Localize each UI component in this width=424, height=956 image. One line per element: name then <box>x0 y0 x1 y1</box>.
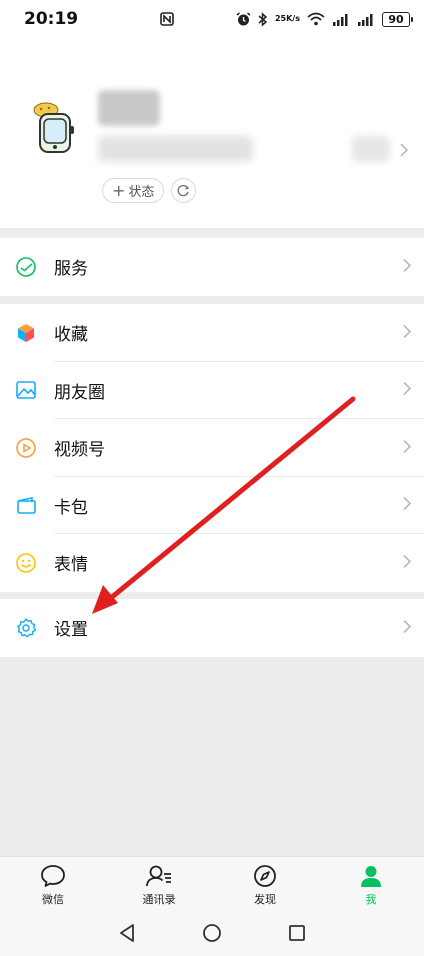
tab-label-contacts: 通讯录 <box>142 893 176 906</box>
home-circle-icon <box>203 924 221 942</box>
menu-label-service: 服务 <box>54 259 88 280</box>
chevron-right-icon <box>403 323 412 342</box>
channels-play-icon <box>14 436 38 460</box>
chevron-right-icon <box>403 496 412 515</box>
add-status-button[interactable]: + 状态 <box>102 178 165 203</box>
tab-me[interactable]: 我 <box>318 857 424 914</box>
chevron-right-icon <box>403 257 412 276</box>
alarm-icon <box>236 11 251 27</box>
bottom-tab-bar: 微信 通讯录 发现 我 <box>0 856 424 914</box>
recents-button[interactable] <box>288 924 306 946</box>
chevron-right-icon <box>403 381 412 400</box>
status-bar: 20:19 25 K/s 90 <box>0 0 424 38</box>
tab-label-discover: 发现 <box>254 893 276 906</box>
gear-icon <box>14 616 38 640</box>
menu-item-settings[interactable]: 设置 <box>0 599 424 657</box>
back-triangle-icon <box>120 924 134 942</box>
moments-picture-icon <box>14 378 38 402</box>
section-settings: 设置 <box>0 599 424 657</box>
service-icon <box>14 255 38 279</box>
battery-level: 90 <box>388 12 404 26</box>
system-navigation-bar <box>0 914 424 956</box>
cards-wallet-icon <box>14 493 38 517</box>
signal-icon-2 <box>357 13 375 26</box>
profile-card[interactable]: + 状态 <box>0 38 424 228</box>
chevron-right-icon <box>403 553 412 572</box>
refresh-icon <box>177 184 190 197</box>
menu-label-stickers: 表情 <box>54 555 88 576</box>
menu-item-stickers[interactable]: 表情 <box>0 534 424 592</box>
menu-item-service[interactable]: 服务 <box>0 238 424 296</box>
chevron-right-icon <box>403 438 412 457</box>
signal-icon-1 <box>332 13 350 26</box>
chevron-right-icon <box>400 142 409 161</box>
menu-label-channels: 视频号 <box>54 440 105 461</box>
back-button[interactable] <box>118 923 136 947</box>
status-label: 状态 <box>128 185 155 200</box>
tab-contacts[interactable]: 通讯录 <box>106 857 212 914</box>
bluetooth-icon <box>258 11 268 27</box>
recents-square-icon <box>289 925 305 941</box>
qr-code-blurred[interactable] <box>352 136 390 162</box>
section-main: 收藏 朋友圈 视频号 卡包 表情 <box>0 304 424 592</box>
menu-label-cards: 卡包 <box>54 497 88 518</box>
home-button[interactable] <box>202 923 222 947</box>
tab-label-chats: 微信 <box>42 893 64 906</box>
profile-id-blurred <box>98 136 253 162</box>
contacts-icon <box>146 865 171 887</box>
menu-label-settings: 设置 <box>54 620 88 641</box>
status-icons: 25 K/s 90 <box>160 11 413 27</box>
nfc-icon <box>160 12 174 26</box>
status-time: 20:19 <box>24 9 79 29</box>
chat-bubble-icon <box>41 865 65 887</box>
chevron-right-icon <box>403 618 412 637</box>
smiley-icon <box>14 551 38 575</box>
tab-label-me: 我 <box>365 893 377 906</box>
menu-label-moments: 朋友圈 <box>54 382 105 403</box>
network-speed-value: 25 <box>274 14 287 23</box>
refresh-status-button[interactable] <box>171 178 196 203</box>
avatar[interactable] <box>26 100 84 158</box>
wifi-icon <box>307 12 325 26</box>
section-service: 服务 <box>0 238 424 296</box>
menu-item-moments[interactable]: 朋友圈 <box>0 362 424 419</box>
compass-icon <box>254 865 276 887</box>
profile-name-blurred <box>98 90 160 126</box>
battery-icon: 90 <box>382 11 413 27</box>
favorites-cube-icon <box>14 321 38 345</box>
network-speed-unit: K/s <box>286 14 300 23</box>
tab-discover[interactable]: 发现 <box>212 857 318 914</box>
tab-chats[interactable]: 微信 <box>0 857 106 914</box>
menu-item-cards[interactable]: 卡包 <box>0 477 424 534</box>
menu-item-favorites[interactable]: 收藏 <box>0 304 424 362</box>
plus-icon: + <box>112 180 126 200</box>
network-speed: 25 K/s <box>275 15 300 23</box>
menu-label-favorites: 收藏 <box>54 325 88 346</box>
menu-item-channels[interactable]: 视频号 <box>0 419 424 477</box>
person-icon <box>361 866 381 887</box>
